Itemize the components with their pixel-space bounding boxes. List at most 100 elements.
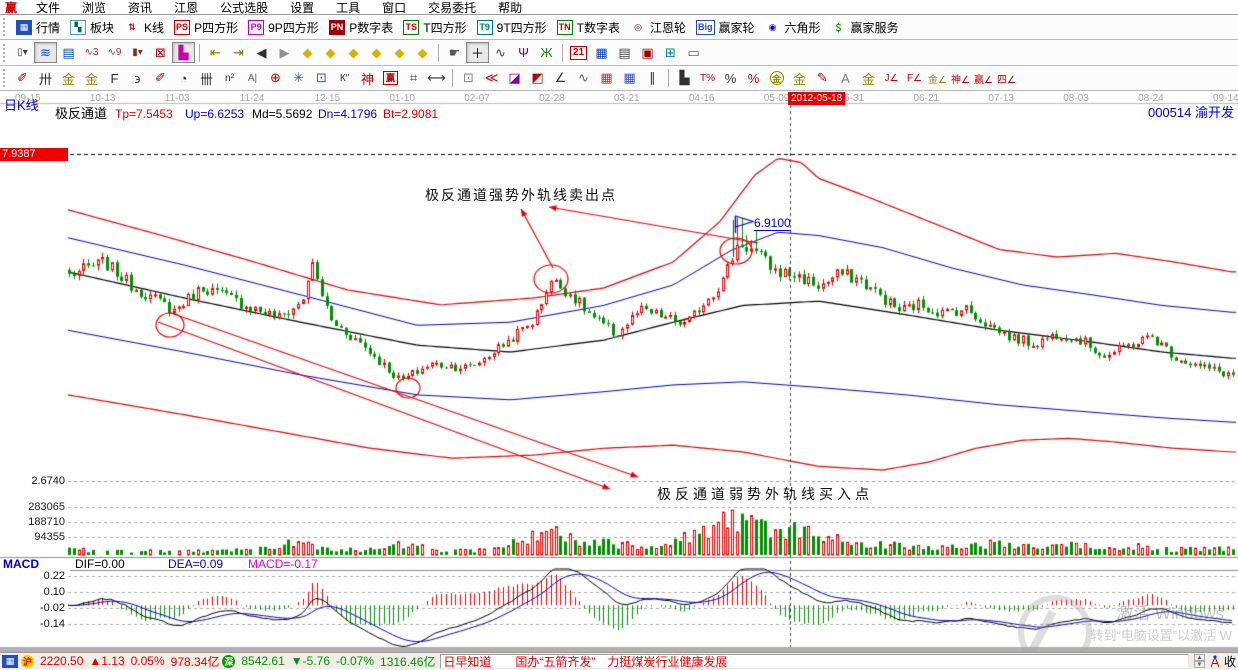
toolbar-item-p-number-table[interactable]: PNP数字表 <box>324 17 399 38</box>
toolbar-item-kline[interactable]: ⇅K线 <box>119 17 169 38</box>
gann-grid-tool-2-button[interactable]: ▦ <box>618 68 641 89</box>
shen-tool-button[interactable]: 神 <box>356 68 379 89</box>
circle-cross-tool-button[interactable]: ⊕ <box>264 68 287 89</box>
toolbar-item-quotes[interactable]: ▦行情 <box>11 17 65 38</box>
ruler-123-tool-button[interactable]: ⌗ <box>402 68 425 89</box>
menu-item-江恩[interactable]: 江恩 <box>163 0 209 16</box>
shanghai-index-group[interactable]: 沪 2220.50 ▲1.13 0.05% 978.34亿 <box>21 653 219 670</box>
indicator-name[interactable]: 极反通道 <box>55 107 107 121</box>
a-wave-tool-button[interactable]: A <box>834 68 857 89</box>
spiral-tool-button[interactable]: ϶ <box>126 68 149 89</box>
time-circle-tool-button[interactable]: ◔ <box>172 68 195 89</box>
menu-item-帮助[interactable]: 帮助 <box>487 0 533 16</box>
page-right-button[interactable]: ▶ <box>273 42 296 63</box>
cycle-3-tool-button[interactable]: ∿3 <box>80 42 103 63</box>
page-left-button[interactable]: ◀ <box>250 42 273 63</box>
comb-tool-button[interactable]: 卅 <box>34 68 57 89</box>
hand-tool-button[interactable]: ☛ <box>443 42 466 63</box>
menu-item-公式选股[interactable]: 公式选股 <box>209 0 279 16</box>
fibonacci-comb-tool-button[interactable]: F <box>103 68 126 89</box>
zoom-out-diamond-button[interactable]: ◆ <box>296 42 319 63</box>
crosshair-tool-button[interactable]: ＋ <box>466 42 489 63</box>
receive-status[interactable]: 收 <box>1208 653 1236 670</box>
menu-item-资讯[interactable]: 资讯 <box>117 0 163 16</box>
wave-dots-tool-button[interactable]: ∿ <box>572 68 595 89</box>
save-button[interactable]: ▣ <box>636 42 659 63</box>
stretch-h-diamond-button[interactable]: ◆ <box>342 42 365 63</box>
gold-gann-tool-1-button[interactable]: 金 <box>57 68 80 89</box>
anchor-curve-tool-button[interactable]: ∿ <box>489 42 512 63</box>
menu-item-浏览[interactable]: 浏览 <box>71 0 117 16</box>
count-tool-button[interactable]: К″ <box>333 68 356 89</box>
fan-box-purple-tool-button[interactable]: ◪ <box>503 68 526 89</box>
box-grid-tool-button[interactable]: ⊡ <box>310 68 333 89</box>
fan-box-red-tool-button[interactable]: ◩ <box>526 68 549 89</box>
gold-underline-tool-button[interactable]: 金 <box>857 68 880 89</box>
shenzhen-index-group[interactable]: 深 8542.61 ▼-5.76 -0.07% 1316.46亿 <box>222 653 435 670</box>
volume-profile-tool-button[interactable]: ▙ <box>172 42 195 63</box>
toolbar-item-gann-wheel[interactable]: ◎江恩轮 <box>625 17 691 38</box>
n-square-tool-button[interactable]: n² <box>218 68 241 89</box>
ying-angle-tool-button[interactable]: 赢∠ <box>972 68 995 89</box>
gold-gann-tool-2-button[interactable]: 金 <box>80 68 103 89</box>
network-view-button[interactable]: ⊞ <box>659 42 682 63</box>
toolbar-grip[interactable] <box>3 44 7 62</box>
red-pen-tool-button[interactable]: ✐ <box>11 68 34 89</box>
pen-vertical-tool-button[interactable]: ✎ <box>811 68 834 89</box>
f-angle-tool-button[interactable]: F∠ <box>903 68 926 89</box>
wave-overlay-tool-button[interactable]: ≋ <box>34 42 57 63</box>
toolbar-grip[interactable] <box>3 69 7 87</box>
toolbar-item-t-square[interactable]: TST四方形 <box>398 17 471 38</box>
calculator-button[interactable]: ▦ <box>590 42 613 63</box>
parallel-lines-tool-button[interactable]: ∥ <box>641 68 664 89</box>
angle-measure-tool-button[interactable]: A| <box>241 68 264 89</box>
toolbar-item-winner-wheel[interactable]: Big赢家轮 <box>691 17 760 38</box>
angle-fan-tool-button[interactable]: ∠ <box>549 68 572 89</box>
shen-angle-tool-button[interactable]: 神∠ <box>949 68 972 89</box>
toolbar-item-t-number-table[interactable]: TNT数字表 <box>552 17 625 38</box>
spinner-up-button[interactable]: ▲ <box>1194 654 1205 661</box>
app-logo[interactable]: 赢 <box>3 0 25 16</box>
compress-diamond-button[interactable]: ◆ <box>365 42 388 63</box>
notes-button[interactable]: ▤ <box>613 42 636 63</box>
h-measure-tool-button[interactable]: ⟷ <box>425 68 448 89</box>
menu-item-工具[interactable]: 工具 <box>325 0 371 16</box>
toolbar-grip[interactable] <box>3 18 7 36</box>
expand-diamond-button[interactable]: ◆ <box>388 42 411 63</box>
gold-circle-tool-button[interactable]: 金 <box>765 68 788 89</box>
gann-grid-red-button[interactable]: ⊠ <box>149 42 172 63</box>
kline-style-dropdown-button[interactable]: ▯▾ <box>11 42 34 63</box>
percent-line-tool-button[interactable]: % <box>742 68 765 89</box>
cycle-9-tool-button[interactable]: ∿9 <box>103 42 126 63</box>
t-percent-tool-button[interactable]: T% <box>696 68 719 89</box>
toolbar-item-9t-square[interactable]: T99T四方形 <box>472 17 552 38</box>
box-select-tool-button[interactable]: ⊡ <box>457 68 480 89</box>
stat-columns-tool-button[interactable]: ▙ <box>673 68 696 89</box>
zoom-in-diamond-button[interactable]: ◆ <box>319 42 342 63</box>
j-angle-tool-button[interactable]: J∠ <box>880 68 903 89</box>
quotes-grid-icon[interactable]: ▦ <box>2 655 18 668</box>
period-label[interactable]: 日K线 <box>4 99 39 113</box>
info-panel-button[interactable]: ▤ <box>57 42 80 63</box>
pen-comb-tool-button[interactable]: ✐ <box>149 68 172 89</box>
menu-item-文件[interactable]: 文件 <box>25 0 71 16</box>
toolbar-item-winner-service[interactable]: ＄赢家服务 <box>826 17 904 38</box>
gann-grid-tool-1-button[interactable]: ▦ <box>595 68 618 89</box>
gann-fan-purple-tool-button[interactable]: Ψ <box>512 42 535 63</box>
menu-item-窗口[interactable]: 窗口 <box>371 0 417 16</box>
expand-all-diamond-button[interactable]: ◆ <box>411 42 434 63</box>
toolbar-item-9p-square[interactable]: P99P四方形 <box>243 17 324 38</box>
toolbar-item-sectors[interactable]: ▚板块 <box>65 17 119 38</box>
spinner-down-button[interactable]: ▼ <box>1194 661 1205 668</box>
toolbar-item-p-square[interactable]: PSP四方形 <box>169 17 243 38</box>
fractal-pattern-tool-button[interactable]: Ж <box>535 42 558 63</box>
last-screen-button[interactable]: ⇥ <box>227 42 250 63</box>
menu-item-交易委托[interactable]: 交易委托 <box>417 0 487 16</box>
star-grid-tool-button[interactable]: ✳ <box>287 68 310 89</box>
first-screen-button[interactable]: ⇤ <box>204 42 227 63</box>
gold-line-tool-button[interactable]: 金 <box>788 68 811 89</box>
candle-width-dropdown-button[interactable]: ▮▾ <box>126 42 149 63</box>
calendar-button[interactable]: 21 <box>567 42 590 63</box>
toolbar-item-hexagon[interactable]: ◉六角形 <box>760 17 826 38</box>
si-angle-tool-button[interactable]: 四∠ <box>995 68 1018 89</box>
